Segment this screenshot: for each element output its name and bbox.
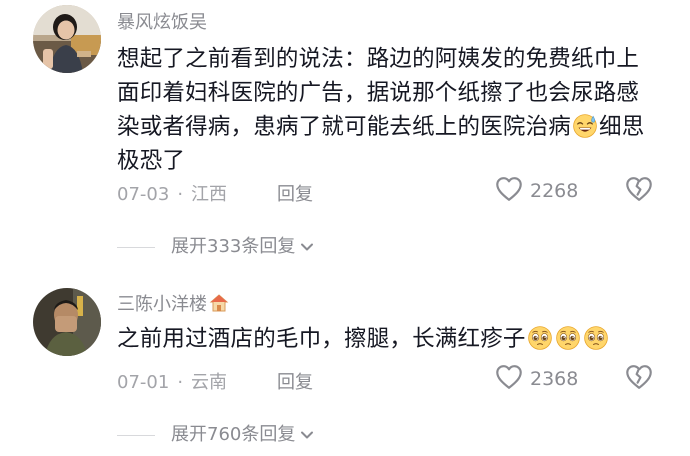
comment-username[interactable]: 暴风炫饭吴 xyxy=(117,8,207,34)
expand-replies-button[interactable]: 展开760条回复 xyxy=(117,420,315,446)
comment-text-line: 染或者得病，患病了就可能去纸上的医院治病 细思 xyxy=(117,110,665,144)
like-button[interactable]: 2368 xyxy=(494,362,578,392)
expand-replies-label: 展开760条回复 xyxy=(171,424,296,445)
comment-text-segment: 染或者得病，患病了就可能去纸上的医院治病 xyxy=(117,114,572,140)
meta-separator: · xyxy=(177,184,184,205)
chevron-down-icon xyxy=(299,427,315,443)
comment-text-line: 极恐了 xyxy=(117,148,186,174)
comment-username-text: 三陈小洋楼 xyxy=(117,294,207,315)
like-count: 2268 xyxy=(530,180,579,202)
chevron-down-icon xyxy=(299,239,315,255)
comment-text: 之前用过酒店的毛巾，擦腿，长满红疹子 xyxy=(117,322,665,356)
expand-replies-label: 展开333条回复 xyxy=(171,236,296,257)
comment-meta: 07-03 · 江西 回复 xyxy=(117,180,313,206)
comment-username[interactable]: 三陈小洋楼 xyxy=(117,290,229,316)
comment-item: 暴风炫饭吴 想起了之前看到的说法：路边的阿姨发的免费纸巾上 面印着妇科医院的广告… xyxy=(0,0,690,257)
dislike-button[interactable] xyxy=(624,174,654,208)
comment-item: 三陈小洋楼 之前用过酒店的毛巾，擦腿，长满红疹子 07-01 · 云南 回复 236… xyxy=(0,270,690,456)
expand-divider-line xyxy=(117,246,155,248)
broken-heart-icon xyxy=(624,362,654,392)
house-icon xyxy=(209,293,229,313)
expand-replies-button[interactable]: 展开333条回复 xyxy=(117,232,315,258)
reply-button[interactable]: 回复 xyxy=(277,180,313,206)
comment-text-line: 想起了之前看到的说法：路边的阿姨发的免费纸巾上 xyxy=(117,46,640,72)
dislike-button[interactable] xyxy=(624,362,654,396)
like-button[interactable]: 2268 xyxy=(494,174,578,204)
comment-text-line: 之前用过酒店的毛巾，擦腿，长满红疹子 xyxy=(117,322,665,356)
expand-divider-line xyxy=(117,434,155,436)
avatar[interactable] xyxy=(33,288,101,356)
heart-icon xyxy=(494,174,524,204)
meta-separator: · xyxy=(177,372,184,393)
comment-date: 07-03 xyxy=(117,184,170,205)
avatar[interactable] xyxy=(33,5,101,73)
pleading-face-emoji-icon xyxy=(555,325,581,351)
comment-meta: 07-01 · 云南 回复 xyxy=(117,368,313,394)
comment-text-line: 面印着妇科医院的广告，据说那个纸擦了也会尿路感 xyxy=(117,80,640,106)
comment-location: 江西 xyxy=(191,184,228,205)
like-count: 2368 xyxy=(530,368,579,390)
heart-icon xyxy=(494,362,524,392)
comment-location: 云南 xyxy=(191,372,228,393)
comment-text-segment: 之前用过酒店的毛巾，擦腿，长满红疹子 xyxy=(117,326,526,352)
pleading-face-emoji-icon xyxy=(527,325,553,351)
pleading-face-emoji-icon xyxy=(583,325,609,351)
reply-button[interactable]: 回复 xyxy=(277,368,313,394)
broken-heart-icon xyxy=(624,174,654,204)
sweat-smile-emoji-icon xyxy=(572,113,598,139)
comment-text-segment: 细思 xyxy=(599,114,645,140)
comment-date: 07-01 xyxy=(117,372,170,393)
comment-text: 想起了之前看到的说法：路边的阿姨发的免费纸巾上 面印着妇科医院的广告，据说那个纸… xyxy=(117,42,665,178)
